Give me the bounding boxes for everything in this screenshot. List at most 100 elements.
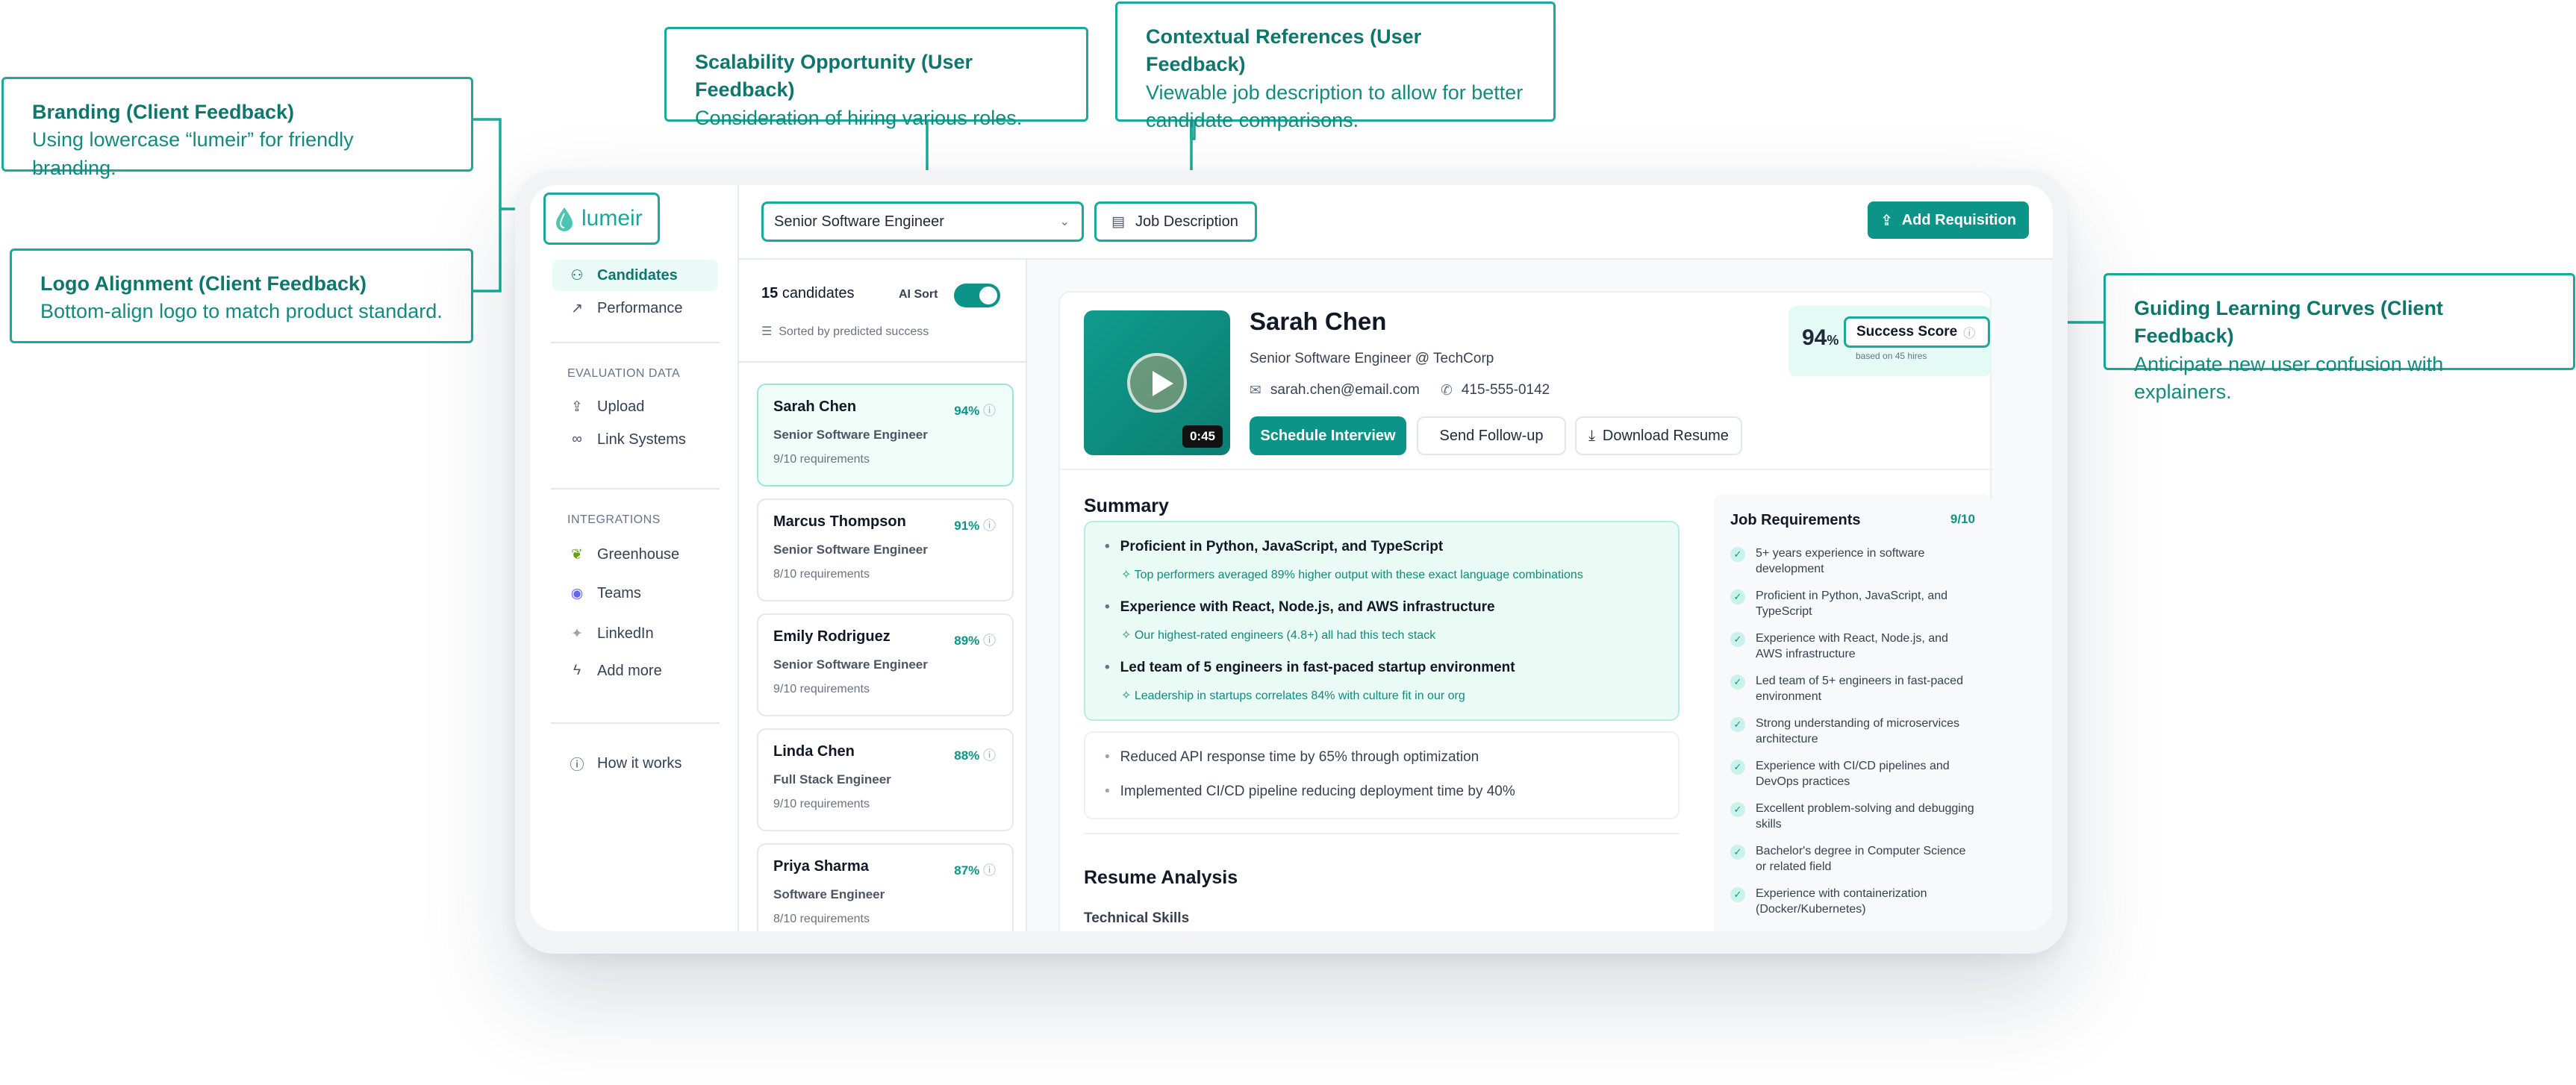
requirement-text: 5+ years experience in software developm… [1756, 547, 1925, 575]
sorted-by-text: Sorted by predicted success [779, 325, 929, 338]
requirement-item: ✓ Led team of 5+ engineers in fast-paced … [1730, 674, 1977, 705]
phone-text: 415-555-0142 [1461, 382, 1550, 398]
document-icon: ▤ [1111, 213, 1125, 230]
chevron-down-icon: ⌄ [1059, 216, 1070, 228]
candidate-card-score: 87% ⓘ [954, 860, 996, 878]
candidate-card-requirements: 8/10 requirements [773, 568, 870, 581]
divider [739, 361, 1027, 363]
sidebar-item-add-more[interactable]: ϟ Add more [552, 655, 718, 687]
summary-extras: Reduced API response time by 65% through… [1084, 731, 1680, 819]
requirement-item: ✓ Experience with React, Node.js, and AWS… [1730, 631, 1977, 663]
ai-sort-toggle[interactable] [954, 284, 1000, 307]
candidate-card-role: Senior Software Engineer [773, 428, 928, 442]
video-duration: 0:45 [1182, 425, 1223, 448]
app-screen: lumeir ⚇ Candidates ↗ Performance EVALUA… [530, 185, 2053, 931]
info-icon: ⓘ [983, 748, 996, 763]
download-resume-button[interactable]: ⤓ Download Resume [1575, 416, 1742, 455]
sidebar-item-label: Performance [597, 299, 683, 316]
requirement-text: Proficient in Python, JavaScript, and Ty… [1756, 590, 1948, 618]
sidebar-item-link-systems[interactable]: ∞ Link Systems [552, 424, 718, 455]
check-icon: ✓ [1730, 802, 1745, 817]
annotation-branding: Branding (Client Feedback) Using lowerca… [1, 77, 473, 179]
trending-up-icon: ↗ [571, 300, 583, 316]
candidate-card-score: 91% ⓘ [954, 515, 996, 534]
check-icon: ✓ [1730, 547, 1745, 562]
sort-icon: ☰ [761, 325, 773, 338]
schedule-interview-button[interactable]: Schedule Interview [1250, 416, 1406, 455]
info-icon: ⓘ [983, 519, 996, 533]
divider [551, 342, 720, 343]
requirement-item: ✓ Experience with containerization (Docke… [1730, 887, 1977, 918]
requirement-item: ✓ Bachelor's degree in Computer Science o… [1730, 844, 1977, 875]
sidebar-item-candidates[interactable]: ⚇ Candidates [552, 260, 718, 291]
upload-icon: ⇪ [571, 398, 583, 415]
sidebar-item-label: Upload [597, 398, 645, 415]
email-text: sarah.chen@email.com [1270, 382, 1420, 398]
count-number: 15 [761, 285, 779, 301]
job-description-button[interactable]: ▤ Job Description [1094, 201, 1257, 242]
sidebar-item-how-it-works[interactable]: ⓘ How it works [552, 748, 718, 779]
extra-item: Reduced API response time by 65% through… [1105, 749, 1479, 766]
highlight-note: ✧ Leadership in startups correlates 84% … [1121, 688, 1465, 703]
mail-icon: ✉ [1250, 383, 1262, 398]
candidate-card-pct: 89% [954, 634, 980, 648]
add-requisition-label: Add Requisition [1901, 211, 2017, 228]
candidate-card-role: Senior Software Engineer [773, 542, 928, 557]
success-score-label[interactable]: Success Score ⓘ [1844, 316, 1990, 348]
play-icon[interactable] [1127, 353, 1187, 413]
candidate-card-role: Full Stack Engineer [773, 772, 891, 787]
requirements-title: Job Requirements [1730, 512, 1861, 528]
candidate-title: Senior Software Engineer @ TechCorp [1250, 351, 1494, 366]
check-icon: ✓ [1730, 590, 1745, 604]
requirement-text: Strong understanding of microservices ar… [1756, 717, 1960, 745]
check-icon: ✓ [1730, 887, 1745, 902]
candidate-card[interactable]: Marcus Thompson 91% ⓘ Senior Software Engi… [757, 498, 1014, 601]
profile-card: 0:45 Sarah Chen Senior Software Engineer… [1058, 291, 1993, 931]
score-basis: based on 45 hires [1856, 351, 1927, 361]
highlight-text: Experience with React, Node.js, and AWS … [1105, 599, 1495, 616]
divider [1084, 833, 1680, 834]
annotation-title: Scalability Opportunity (User Feedback) [695, 51, 973, 101]
candidate-card[interactable]: Priya Sharma 87% ⓘ Software Engineer 8/10 r… [757, 843, 1014, 931]
info-icon: ⓘ [570, 757, 584, 773]
requirement-text: Led team of 5+ engineers in fast-paced e… [1756, 675, 1963, 703]
candidate-card-pct: 91% [954, 519, 980, 533]
candidate-email: ✉ sarah.chen@email.com [1250, 382, 1420, 399]
candidate-count: 15 candidates [761, 285, 855, 302]
sidebar-item-teams[interactable]: ◉ Teams [552, 578, 718, 609]
add-requisition-button[interactable]: ⇪ Add Requisition [1868, 201, 2029, 239]
sidebar-item-greenhouse[interactable]: ❦ Greenhouse [552, 539, 718, 570]
logo-text: lumeir [581, 206, 643, 231]
check-icon: ✓ [1730, 760, 1745, 775]
candidate-card[interactable]: Emily Rodriguez 89% ⓘ Senior Software Engi… [757, 613, 1014, 716]
divider [551, 722, 720, 724]
candidate-card-pct: 94% [954, 404, 980, 418]
sparkle-icon: ✧ [1121, 629, 1132, 642]
section-label: EVALUATION DATA [567, 367, 681, 380]
requirement-text: Experience with React, Node.js, and AWS … [1756, 632, 1948, 660]
candidate-card-requirements: 9/10 requirements [773, 683, 870, 695]
candidate-detail: 0:45 Sarah Chen Senior Software Engineer… [1027, 260, 2053, 931]
send-follow-up-button[interactable]: Send Follow-up [1417, 416, 1566, 455]
sidebar-item-performance[interactable]: ↗ Performance [552, 293, 718, 324]
sidebar-item-linkedin[interactable]: ✦ LinkedIn [552, 618, 718, 649]
check-icon: ✓ [1730, 845, 1745, 860]
sidebar-item-upload[interactable]: ⇪ Upload [552, 391, 718, 422]
candidate-list: 15 candidates AI Sort ☰ Sorted by predic… [739, 260, 1027, 931]
role-select[interactable]: Senior Software Engineer ⌄ [761, 201, 1084, 242]
sorted-by: ☰ Sorted by predicted success [761, 324, 929, 339]
candidate-card[interactable]: Sarah Chen 94% ⓘ Senior Software Engineer 9… [757, 384, 1014, 487]
sidebar-item-label: Candidates [597, 266, 678, 284]
technical-skills-label: Technical Skills [1084, 910, 1190, 926]
annotation-scalability: Scalability Opportunity (User Feedback) … [664, 27, 1088, 129]
candidate-card-requirements: 9/10 requirements [773, 798, 870, 810]
logo[interactable]: lumeir [543, 193, 660, 245]
sparkle-icon: ✧ [1121, 690, 1132, 702]
check-icon: ✓ [1730, 717, 1745, 732]
requirement-item: ✓ Excellent problem-solving and debugging… [1730, 801, 1977, 833]
ai-sort-label: AI Sort [899, 288, 938, 301]
info-icon[interactable]: ⓘ [1963, 323, 1975, 341]
highlight-note-text: Top performers averaged 89% higher outpu… [1134, 569, 1583, 581]
video-thumbnail[interactable]: 0:45 [1084, 310, 1230, 455]
candidate-card[interactable]: Linda Chen 88% ⓘ Full Stack Engineer 9/10 r… [757, 728, 1014, 831]
